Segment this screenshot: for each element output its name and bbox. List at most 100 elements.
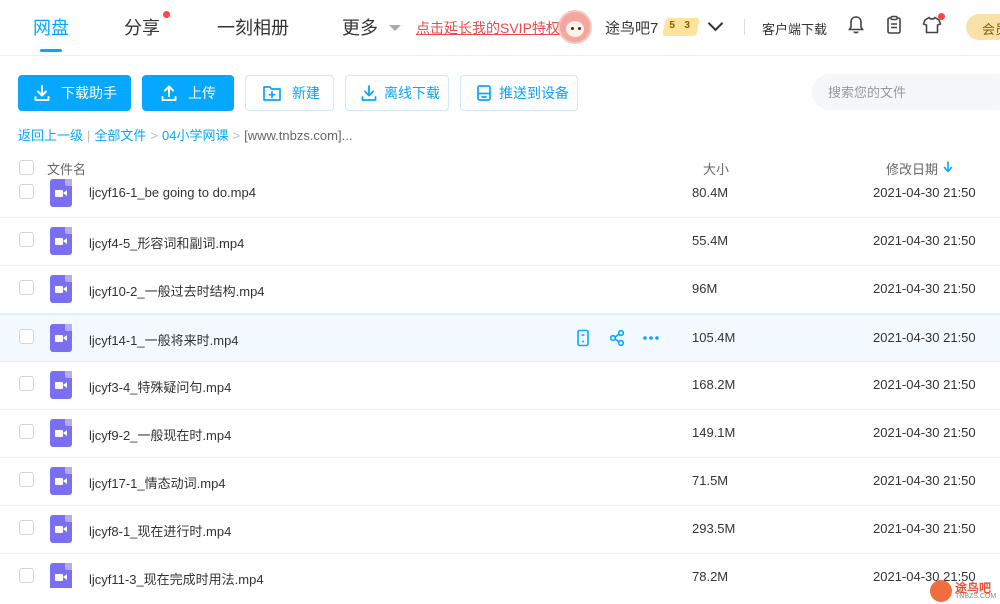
file-size: 168.2M [692, 377, 736, 392]
video-file-icon [50, 275, 72, 303]
file-name[interactable]: ljcyf17-1_情态动词.mp4 [89, 473, 226, 492]
table-row[interactable]: ljcyf3-4_特殊疑问句.mp4 168.2M 2021-04-30 21:… [0, 362, 1000, 410]
download-helper-label: 下载助手 [61, 85, 117, 101]
watermark-logo: 途鸟吧 TNBZS.COM [928, 578, 1000, 604]
new-folder-icon [263, 86, 281, 101]
skin-notification-dot [938, 13, 945, 20]
row-checkbox[interactable] [19, 280, 34, 295]
nav-tab-more[interactable]: 更多 [342, 14, 378, 40]
row-checkbox[interactable] [19, 376, 34, 391]
row-checkbox[interactable] [19, 520, 34, 535]
divider [744, 19, 745, 35]
video-file-icon [50, 227, 72, 255]
device-icon [477, 85, 491, 101]
clipboard-icon[interactable] [884, 15, 904, 35]
file-list: ljcyf16-1_be going to do.mp4 80.4M 2021-… [0, 170, 1000, 588]
table-row[interactable]: ljcyf10-2_一般过去时结构.mp4 96M 2021-04-30 21:… [0, 266, 1000, 314]
badge-level-a: 5 [669, 20, 675, 31]
table-row[interactable]: ljcyf4-5_形容词和副词.mp4 55.4M 2021-04-30 21:… [0, 218, 1000, 266]
file-name[interactable]: ljcyf11-3_现在完成时用法.mp4 [89, 569, 264, 588]
push-to-device-label: 推送到设备 [499, 85, 569, 101]
row-checkbox[interactable] [19, 232, 34, 247]
row-checkbox[interactable] [19, 329, 34, 344]
push-to-phone-icon[interactable] [574, 329, 592, 347]
client-download-link[interactable]: 客户端下载 [762, 19, 827, 38]
file-name[interactable]: ljcyf10-2_一般过去时结构.mp4 [89, 281, 265, 300]
file-date: 2021-04-30 21:50 [873, 185, 976, 200]
breadcrumb-folder-link[interactable]: 04小学网课 [162, 128, 228, 143]
new-folder-label: 新建 [292, 85, 320, 101]
row-checkbox[interactable] [19, 184, 34, 199]
share-icon[interactable] [608, 329, 626, 347]
file-date: 2021-04-30 21:50 [873, 425, 976, 440]
row-checkbox[interactable] [19, 472, 34, 487]
file-name[interactable]: ljcyf8-1_现在进行时.mp4 [89, 521, 231, 540]
table-row[interactable]: ljcyf8-1_现在进行时.mp4 293.5M 2021-04-30 21:… [0, 506, 1000, 554]
more-options-icon[interactable] [642, 329, 660, 347]
table-row[interactable]: ljcyf16-1_be going to do.mp4 80.4M 2021-… [0, 170, 1000, 218]
breadcrumb-all-files-link[interactable]: 全部文件 [94, 128, 146, 143]
share-notification-dot [163, 11, 170, 18]
table-row[interactable]: ljcyf11-3_现在完成时用法.mp4 78.2M 2021-04-30 2… [0, 554, 1000, 588]
file-name[interactable]: ljcyf4-5_形容词和副词.mp4 [89, 233, 244, 252]
file-date: 2021-04-30 21:50 [873, 521, 976, 536]
avatar[interactable] [558, 10, 592, 44]
search-input[interactable] [812, 74, 1000, 110]
row-checkbox[interactable] [19, 568, 34, 583]
svip-level-badge: 5 3 [662, 18, 700, 36]
offline-download-label: 离线下载 [384, 85, 440, 101]
nav-tab-share[interactable]: 分享 [124, 14, 160, 40]
svip-renew-link[interactable]: 点击延长我的SVIP特权 [416, 18, 560, 38]
file-name[interactable]: ljcyf14-1_一般将来时.mp4 [89, 330, 239, 349]
user-menu-chevron-down-icon[interactable] [707, 15, 724, 32]
file-size: 71.5M [692, 473, 729, 488]
breadcrumb: 返回上一级 | 全部文件 >04小学网课 > [www.tnbzs.com]... [18, 125, 352, 144]
upload-label: 上传 [188, 85, 216, 101]
file-name[interactable]: ljcyf16-1_be going to do.mp4 [89, 185, 256, 200]
file-date: 2021-04-30 21:50 [873, 377, 976, 392]
file-size: 55.4M [692, 233, 729, 248]
username[interactable]: 途鸟吧7 [605, 17, 658, 38]
video-file-icon [50, 179, 72, 207]
download-helper-button[interactable]: 下载助手 [18, 75, 131, 111]
offline-download-button[interactable]: 离线下载 [345, 75, 449, 111]
table-row[interactable]: ljcyf9-2_一般现在时.mp4 149.1M 2021-04-30 21:… [0, 410, 1000, 458]
breadcrumb-separator: | [87, 128, 91, 143]
file-size: 149.1M [692, 425, 736, 440]
file-name[interactable]: ljcyf9-2_一般现在时.mp4 [89, 425, 231, 444]
member-button[interactable]: 会员 [966, 14, 1000, 40]
more-caret-icon[interactable] [389, 25, 401, 31]
nav-tab-netdisk[interactable]: 网盘 [33, 14, 69, 40]
watermark-icon [930, 580, 952, 602]
top-navigation-bar: 网盘 分享 一刻相册 更多 点击延长我的SVIP特权 途鸟吧7 5 3 客户端下… [0, 0, 1000, 56]
file-date: 2021-04-30 21:50 [873, 281, 976, 296]
badge-level-b: 3 [684, 20, 690, 31]
video-file-icon [50, 467, 72, 495]
bell-icon[interactable] [846, 15, 866, 35]
upload-button[interactable]: 上传 [142, 75, 234, 111]
file-date: 2021-04-30 21:50 [873, 233, 976, 248]
breadcrumb-back-link[interactable]: 返回上一级 [18, 128, 83, 143]
table-row-hovered[interactable]: ljcyf14-1_一般将来时.mp4 105.4M 2021-04-30 21… [0, 314, 1000, 362]
row-checkbox[interactable] [19, 424, 34, 439]
file-name[interactable]: ljcyf3-4_特殊疑问句.mp4 [89, 377, 231, 396]
file-size: 105.4M [692, 330, 736, 345]
breadcrumb-current: [www.tnbzs.com]... [244, 128, 353, 143]
video-file-icon [50, 419, 72, 447]
breadcrumb-separator: > [150, 128, 159, 143]
breadcrumb-separator: > [232, 128, 241, 143]
file-date: 2021-04-30 21:50 [873, 330, 976, 345]
new-folder-button[interactable]: 新建 [245, 75, 334, 111]
table-row[interactable]: ljcyf17-1_情态动词.mp4 71.5M 2021-04-30 21:5… [0, 458, 1000, 506]
file-size: 78.2M [692, 569, 729, 584]
upload-icon [161, 85, 177, 101]
file-size: 293.5M [692, 521, 736, 536]
file-size: 96M [692, 281, 718, 296]
push-to-device-button[interactable]: 推送到设备 [460, 75, 578, 111]
watermark-subtext: TNBZS.COM [955, 593, 997, 600]
video-file-icon [50, 324, 72, 352]
file-size: 80.4M [692, 185, 729, 200]
nav-tab-album[interactable]: 一刻相册 [217, 14, 289, 40]
download-icon [34, 85, 50, 101]
video-file-icon [50, 515, 72, 543]
